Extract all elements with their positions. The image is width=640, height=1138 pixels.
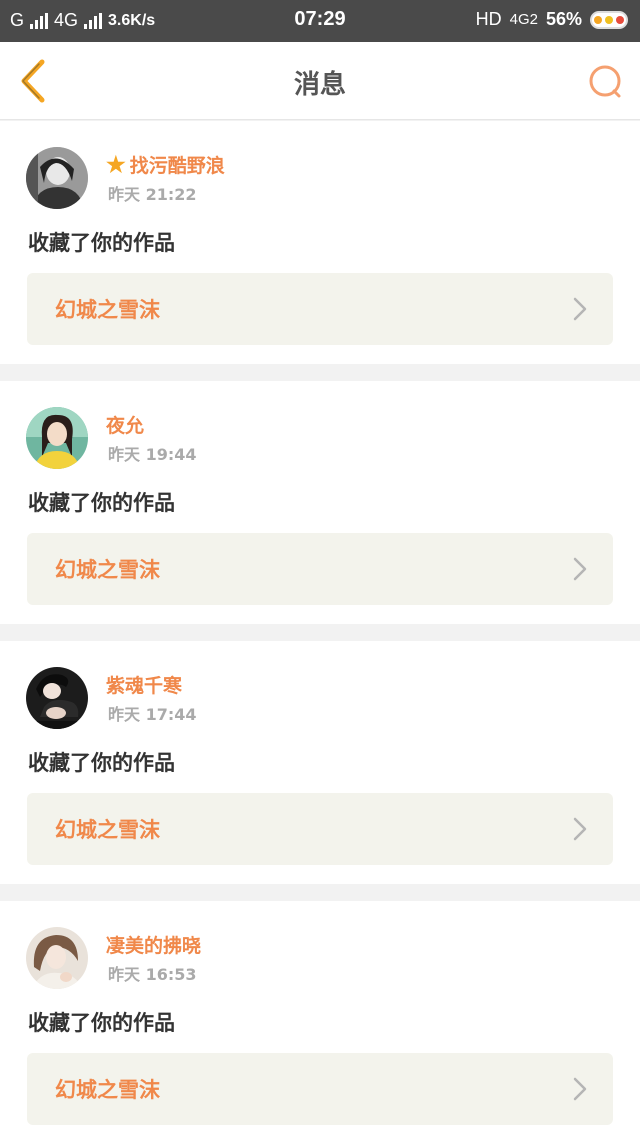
avatar-image [26, 927, 88, 989]
avatar[interactable] [26, 147, 88, 209]
work-title: 幻城之雪沫 [55, 817, 160, 842]
chevron-right-icon [573, 817, 587, 841]
user-name: 紫魂千寒 [106, 675, 183, 697]
message-time: 昨天 19:44 [108, 445, 197, 464]
user-name: 凄美的拂晓 [106, 935, 202, 957]
user-name-row[interactable]: 夜允 [106, 411, 144, 438]
status-right: HD 4G2 56% [476, 9, 628, 30]
avatar-image [26, 667, 88, 729]
chevron-right-icon [573, 557, 587, 581]
search-button[interactable] [586, 62, 626, 102]
message-time: 昨天 21:22 [108, 185, 197, 204]
vip-star-icon: ★ [106, 151, 126, 178]
nav-bar: 消息 [0, 42, 640, 120]
work-link[interactable]: 幻城之雪沫 [27, 533, 613, 605]
avatar[interactable] [26, 927, 88, 989]
message-card: 凄美的拂晓 昨天 16:53 收藏了你的作品 幻城之雪沫 [0, 901, 640, 1138]
message-action: 收藏了你的作品 [28, 1010, 175, 1035]
page-title: 消息 [293, 70, 346, 100]
work-link[interactable]: 幻城之雪沫 [27, 1053, 613, 1125]
status-bar: G 4G 3.6K/s 07:29 HD 4G2 56% [0, 0, 640, 42]
message-card: 夜允 昨天 19:44 收藏了你的作品 幻城之雪沫 [0, 381, 640, 624]
work-title: 幻城之雪沫 [55, 1077, 160, 1102]
avatar-image [26, 407, 88, 469]
message-action: 收藏了你的作品 [28, 230, 175, 255]
work-title: 幻城之雪沫 [55, 297, 160, 322]
avatar-image [26, 147, 88, 209]
message-card: ★ 找污酷野浪 昨天 21:22 收藏了你的作品 幻城之雪沫 [0, 121, 640, 364]
message-action: 收藏了你的作品 [28, 490, 175, 515]
avatar[interactable] [26, 667, 88, 729]
message-time: 昨天 17:44 [108, 705, 197, 724]
avatar[interactable] [26, 407, 88, 469]
message-action: 收藏了你的作品 [28, 750, 175, 775]
message-time: 昨天 16:53 [108, 965, 197, 984]
chevron-right-icon [573, 297, 587, 321]
work-title: 幻城之雪沫 [55, 557, 160, 582]
message-list: ★ 找污酷野浪 昨天 21:22 收藏了你的作品 幻城之雪沫 夜允 昨天 19:… [0, 121, 640, 1138]
chevron-right-icon [573, 1077, 587, 1101]
user-name: 夜允 [106, 415, 145, 437]
user-name-row[interactable]: 凄美的拂晓 [106, 931, 201, 958]
hd-label: HD [475, 9, 502, 29]
battery-percent: 56% [545, 9, 582, 29]
network-right-label: 4G2 [509, 11, 538, 28]
user-name: 找污酷野浪 [129, 155, 225, 177]
user-name-row[interactable]: ★ 找污酷野浪 [106, 151, 225, 178]
work-link[interactable]: 幻城之雪沫 [27, 273, 613, 345]
search-icon [589, 65, 621, 98]
work-link[interactable]: 幻城之雪沫 [27, 793, 613, 865]
battery-icon [590, 10, 628, 29]
user-name-row[interactable]: 紫魂千寒 [106, 671, 182, 698]
message-card: 紫魂千寒 昨天 17:44 收藏了你的作品 幻城之雪沫 [0, 641, 640, 884]
